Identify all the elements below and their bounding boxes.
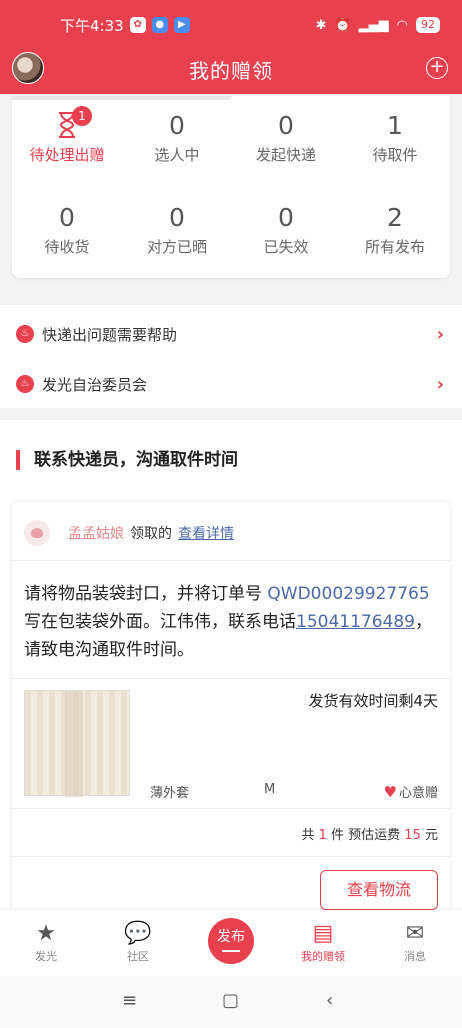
stat-count: 2 xyxy=(387,203,403,232)
stat-all-posts[interactable]: 2 所有发布 xyxy=(340,202,450,257)
help-links: ♨ 快递出问题需要帮助 › ♨ 发光自治委员会 › xyxy=(0,305,462,408)
gift-box-icon: ▤ xyxy=(312,921,334,946)
pickup-instructions: 请将物品装袋封口，并将订单号 QWD00029927765 写在包装袋外面。江伟… xyxy=(24,584,432,660)
order-number: QWD00029927765 xyxy=(267,584,430,604)
tab-my-gifts[interactable]: ▤ 我的赠领 xyxy=(283,920,363,964)
bluetooth-icon: ✱ xyxy=(315,17,327,33)
claim-verb: 领取的 xyxy=(130,526,172,542)
user-avatar[interactable] xyxy=(12,52,44,84)
claimer-name[interactable]: 孟孟姑娘 xyxy=(68,523,124,543)
stat-count: 0 xyxy=(59,203,75,232)
view-logistics-button[interactable]: 查看物流 xyxy=(320,870,438,910)
remaining-time: 发货有效时间剩4天 xyxy=(308,692,438,710)
stat-count: 0 xyxy=(278,111,294,140)
claimer-row: 孟孟姑娘 领取的 查看详情 xyxy=(24,520,234,546)
link-label: 发光自治委员会 xyxy=(42,375,148,394)
notification-badge: 1 xyxy=(72,106,92,126)
stat-count: 0 xyxy=(278,203,294,232)
tab-label: 社区 xyxy=(127,950,149,963)
stat-expired[interactable]: 0 已失效 xyxy=(231,202,341,257)
star-icon: ★ xyxy=(36,921,56,946)
publish-label: 发布 xyxy=(217,929,245,945)
app-notification-icon: ✿ xyxy=(129,17,146,33)
phone-link[interactable]: 15041176489 xyxy=(296,612,415,632)
order-total: 共 1 件 预估运费 15 元 xyxy=(301,828,438,843)
committee-icon: ♨ xyxy=(16,375,34,393)
play-notification-icon: ▶ xyxy=(173,17,190,33)
stat-awaiting-pickup[interactable]: 1 待取件 xyxy=(340,110,450,165)
back-icon[interactable]: ‹ xyxy=(326,990,333,1011)
publish-icon xyxy=(222,950,240,952)
stat-start-delivery[interactable]: 0 发起快递 xyxy=(231,110,341,165)
page-title: 我的赠领 xyxy=(189,58,273,83)
claimer-avatar[interactable] xyxy=(24,520,50,546)
stat-count: 1 xyxy=(387,111,403,140)
wifi-icon: ◠ xyxy=(396,17,408,33)
tab-label: 发光 xyxy=(35,950,57,963)
system-nav-bar: ≡ ▢ ‹ xyxy=(0,976,462,1028)
stat-label: 发起快递 xyxy=(255,146,316,164)
heart-icon: ♥ xyxy=(383,783,397,801)
stat-label: 待收货 xyxy=(44,238,90,256)
section-title: 联系快递员，沟通取件时间 xyxy=(16,450,238,470)
add-icon[interactable]: + xyxy=(426,57,448,79)
tab-shine[interactable]: ★ 发光 xyxy=(6,920,86,964)
stat-awaiting-receipt[interactable]: 0 待收货 xyxy=(12,202,122,257)
stat-selecting[interactable]: 0 选人中 xyxy=(122,110,232,165)
goods-image[interactable] xyxy=(24,690,130,797)
link-label: 快递出问题需要帮助 xyxy=(42,325,178,344)
hourglass-icon: 1 xyxy=(56,106,92,142)
status-bar: 下午4:33 ✿ ● ▶ ✱ ⏰ ▂▄▆ ◠ 92 xyxy=(0,0,462,50)
stat-label: 对方已晒 xyxy=(146,238,207,256)
stat-count: 0 xyxy=(169,203,185,232)
stat-label: 所有发布 xyxy=(364,238,425,256)
link-delivery-help[interactable]: ♨ 快递出问题需要帮助 › xyxy=(0,309,462,359)
tab-messages[interactable]: ✉ 消息 xyxy=(375,920,455,964)
app-notification-icon-2: ● xyxy=(151,17,168,33)
menu-icon[interactable]: ≡ xyxy=(122,990,137,1011)
signal-icon: ▂▄▆ xyxy=(358,17,389,33)
stat-pending-giveaway[interactable]: 1 待处理出赠 xyxy=(12,106,122,165)
bottom-tab-bar: ★ 发光 💬 社区 发布 ▤ 我的赠领 ✉ 消息 xyxy=(0,910,462,976)
publish-button[interactable]: 发布 xyxy=(208,918,254,964)
status-summary-card: 1 待处理出赠 0 选人中 0 发起快递 1 待取件 0 待收货 0 对方已晒 … xyxy=(12,96,450,278)
mail-icon: ✉ xyxy=(405,921,425,946)
stat-count: 0 xyxy=(169,111,185,140)
stat-label: 待处理出赠 xyxy=(29,146,105,164)
chat-icon: 💬 xyxy=(124,921,152,946)
view-details-link[interactable]: 查看详情 xyxy=(178,523,234,543)
battery-indicator: 92 xyxy=(416,17,440,33)
goods-name: 薄外套 xyxy=(150,786,190,801)
alarm-icon: ⏰ xyxy=(334,17,351,33)
tab-label: 我的赠领 xyxy=(301,950,345,963)
main-content: 联系快递员，沟通取件时间 孟孟姑娘 领取的 查看详情 请将物品装袋封口，并将订单… xyxy=(0,420,462,922)
chevron-right-icon: › xyxy=(436,324,444,345)
stat-label: 已失效 xyxy=(263,238,309,256)
stat-label: 选人中 xyxy=(154,146,200,164)
stat-shown-by-recipient[interactable]: 0 对方已晒 xyxy=(122,202,232,257)
help-icon: ♨ xyxy=(16,325,34,343)
status-time: 下午4:33 xyxy=(60,16,124,35)
order-card: 孟孟姑娘 领取的 查看详情 请将物品装袋封口，并将订单号 QWD00029927… xyxy=(12,502,450,922)
app-header: 我的赠领 + xyxy=(0,44,462,94)
home-icon[interactable]: ▢ xyxy=(222,990,239,1011)
gift-tag: ♥ 心意赠 xyxy=(383,783,438,801)
goods-size: M xyxy=(264,782,276,797)
tab-community[interactable]: 💬 社区 xyxy=(98,920,178,964)
link-committee[interactable]: ♨ 发光自治委员会 › xyxy=(0,359,462,409)
stat-label: 待取件 xyxy=(372,146,418,164)
tab-label: 消息 xyxy=(404,950,426,963)
chevron-right-icon: › xyxy=(436,374,444,395)
